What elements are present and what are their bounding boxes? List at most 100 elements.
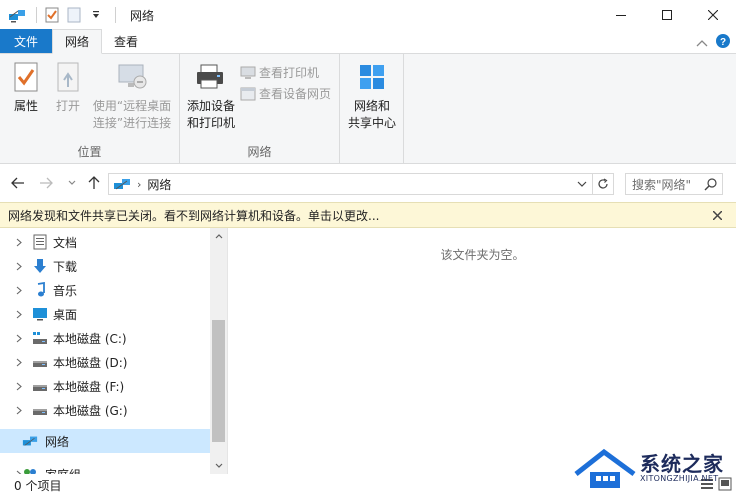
- tab-view[interactable]: 查看: [102, 29, 150, 53]
- nav-item[interactable]: 下载: [0, 254, 210, 278]
- expand-chevron-icon[interactable]: [14, 333, 24, 343]
- music-icon: [32, 282, 48, 298]
- network-icon: [22, 433, 38, 449]
- refresh-button[interactable]: [592, 174, 613, 194]
- nav-item[interactable]: 本地磁盘 (C:): [0, 326, 210, 350]
- search-box[interactable]: 搜索"网络": [625, 173, 723, 195]
- tab-file[interactable]: 文件: [0, 29, 53, 53]
- nav-item-label: 桌面: [53, 307, 78, 322]
- open-label: 打开: [55, 99, 80, 113]
- nav-item[interactable]: 音乐: [0, 278, 210, 302]
- properties-qat-icon[interactable]: [43, 6, 61, 24]
- infobar-close-button[interactable]: [710, 208, 724, 222]
- scroll-down-button[interactable]: [210, 457, 227, 474]
- search-icon[interactable]: [704, 177, 718, 191]
- house-logo-icon: [574, 448, 636, 488]
- expand-chevron-icon[interactable]: [14, 237, 24, 247]
- remote-desktop-button[interactable]: 使用“远程桌面 连接”进行连接: [90, 60, 174, 132]
- document-icon: [32, 234, 48, 250]
- close-icon: [708, 10, 718, 20]
- add-device-button[interactable]: 添加设备 和打印机: [182, 60, 240, 132]
- open-icon: [52, 60, 84, 94]
- breadcrumb-separator: ›: [137, 177, 142, 191]
- network-sharing-center-icon: [356, 60, 388, 94]
- recent-locations-button[interactable]: [62, 173, 82, 193]
- expand-chevron-icon[interactable]: [14, 309, 24, 319]
- network-app-icon[interactable]: [8, 6, 26, 24]
- view-printer-icon: [240, 65, 256, 81]
- add-device-label-line1: 添加设备: [186, 99, 235, 113]
- new-folder-qat-icon[interactable]: [65, 6, 83, 24]
- network-sharing-center-button[interactable]: 网络和 共享中心: [344, 60, 400, 132]
- expand-chevron-icon[interactable]: [14, 261, 24, 271]
- open-button[interactable]: 打开: [50, 60, 86, 115]
- ribbon: 属性 打开 使用“远程桌面 连接”进行连接 位置 添加设备 和打印机 查看打印机…: [0, 54, 736, 164]
- address-history-dropdown[interactable]: [573, 174, 591, 194]
- svg-text:?: ?: [720, 37, 726, 48]
- help-button[interactable]: ?: [716, 34, 730, 51]
- network-location-icon: [113, 177, 131, 191]
- refresh-icon: [598, 178, 608, 189]
- sharing-center-group: 网络和 共享中心: [340, 54, 404, 164]
- maximize-icon: [662, 10, 672, 20]
- chevron-up-icon: [215, 234, 222, 239]
- arrow-right-icon: [40, 177, 53, 189]
- ribbon-tabs: 文件 网络 查看 ?: [0, 29, 736, 54]
- network-center-label-line2: 共享中心: [347, 116, 396, 130]
- nav-item[interactable]: 本地磁盘 (F:): [0, 374, 210, 398]
- remote-desktop-icon: [116, 60, 148, 94]
- watermark-url: XITONGZHIJIA.NET: [640, 474, 719, 483]
- title-bar: 网络: [0, 0, 736, 30]
- network-center-label-line1: 网络和: [353, 99, 390, 113]
- file-list-pane[interactable]: 该文件夹为空。: [229, 228, 736, 474]
- nav-item[interactable]: 本地磁盘 (G:): [0, 398, 210, 422]
- address-bar[interactable]: › 网络: [108, 173, 614, 195]
- close-button[interactable]: [690, 0, 736, 30]
- nav-item-label: 本地磁盘 (F:): [53, 379, 125, 394]
- drive-icon: [32, 354, 48, 370]
- qat-dropdown-icon[interactable]: [87, 6, 105, 24]
- nav-item-network[interactable]: 网络: [0, 429, 210, 453]
- search-placeholder: 搜索"网络": [632, 177, 692, 192]
- nav-item-homegroup[interactable]: 家庭组: [0, 462, 210, 474]
- properties-button[interactable]: 属性: [6, 60, 46, 115]
- expand-chevron-icon[interactable]: [14, 285, 24, 295]
- scroll-thumb[interactable]: [212, 320, 225, 442]
- empty-folder-message: 该文件夹为空。: [440, 248, 525, 262]
- location-group: 属性 打开 使用“远程桌面 连接”进行连接 位置: [0, 54, 180, 164]
- drive-icon: [32, 402, 48, 418]
- forward-button[interactable]: [36, 173, 56, 193]
- navigation-pane-scrollbar[interactable]: [210, 228, 227, 474]
- up-button[interactable]: [84, 173, 104, 193]
- quick-access-toolbar: 网络: [0, 0, 154, 30]
- nav-item[interactable]: 桌面: [0, 302, 210, 326]
- network-discovery-infobar[interactable]: 网络发现和文件共享已关闭。看不到网络计算机和设备。单击以更改...: [0, 202, 736, 228]
- nav-item-label: 下载: [53, 259, 78, 274]
- nav-homegroup-label: 家庭组: [45, 466, 81, 475]
- address-location[interactable]: 网络: [147, 176, 171, 193]
- scroll-up-button[interactable]: [210, 228, 227, 245]
- item-count: 0 个项目: [14, 478, 62, 493]
- minimize-button[interactable]: [598, 0, 644, 30]
- nav-item[interactable]: 文档: [0, 230, 210, 254]
- view-printer-button[interactable]: 查看打印机: [240, 64, 319, 81]
- chevron-down-icon: [68, 180, 76, 185]
- infobar-message[interactable]: 网络发现和文件共享已关闭。看不到网络计算机和设备。单击以更改...: [8, 207, 379, 224]
- collapse-ribbon-button[interactable]: [696, 36, 708, 50]
- nav-item[interactable]: 本地磁盘 (D:): [0, 350, 210, 374]
- arrow-left-icon: [11, 177, 24, 189]
- maximize-button[interactable]: [644, 0, 690, 30]
- view-device-page-label: 查看设备网页: [259, 87, 332, 101]
- chevron-up-icon: [696, 39, 708, 46]
- close-icon: [712, 210, 722, 220]
- chevron-down-icon: [577, 181, 587, 187]
- back-button[interactable]: [8, 173, 28, 193]
- expand-chevron-icon[interactable]: [14, 357, 24, 367]
- view-device-page-button[interactable]: 查看设备网页: [240, 85, 331, 102]
- ribbon-right-controls: ?: [696, 34, 730, 51]
- expand-chevron-icon[interactable]: [14, 405, 24, 415]
- tab-network[interactable]: 网络: [52, 29, 103, 54]
- printer-icon: [195, 60, 227, 94]
- minimize-icon: [616, 15, 626, 16]
- expand-chevron-icon[interactable]: [14, 381, 24, 391]
